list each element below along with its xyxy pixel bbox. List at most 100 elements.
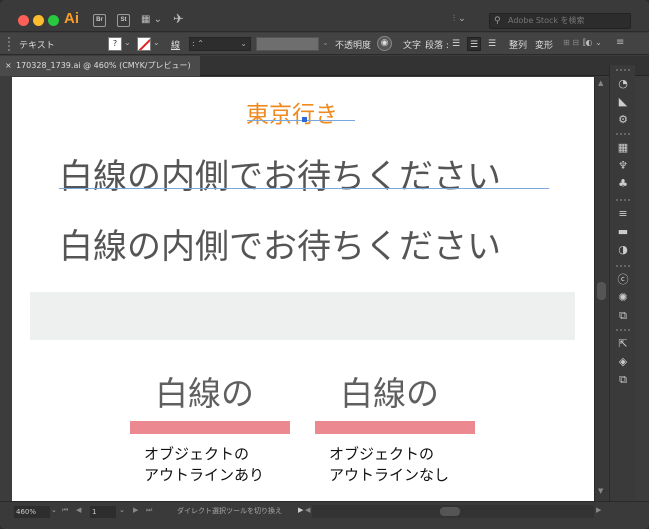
pink-bar-left[interactable]: [130, 421, 290, 434]
bridge-button[interactable]: Br: [93, 14, 106, 27]
paragraph-panel-link[interactable]: 段落 :: [425, 38, 449, 51]
rocket-icon[interactable]: ✈: [173, 12, 184, 27]
swatches-icon[interactable]: ▦: [615, 141, 631, 155]
scroll-thumb[interactable]: [440, 507, 460, 516]
appearance-icon[interactable]: ⚙: [615, 113, 631, 127]
status-text: ダイレクト選択ツールを切り換え: [177, 507, 282, 515]
symbols-icon[interactable]: ♣: [615, 177, 631, 191]
caption-left-line-2: アウトラインあり: [144, 466, 265, 484]
chevron-down-icon[interactable]: ⌄: [240, 38, 247, 50]
document-tab-title: 170328_1739.ai @ 460% (CMYK/プレビュー): [16, 61, 191, 70]
stroke-weight-value: : ⌃: [192, 39, 204, 48]
close-tab-icon[interactable]: ×: [5, 56, 12, 76]
illustrator-window: Ai Br St ▦ ⌄ ✈ ⫶ ⌄ ⚲ Adobe Stock を検索 テキス…: [0, 0, 649, 529]
links-icon[interactable]: ⇱: [615, 337, 631, 351]
dock-grip[interactable]: [616, 199, 630, 201]
first-artboard-icon[interactable]: ⏮: [62, 506, 68, 515]
status-bar: 460% ⌄ ⏮ ◀ 1 ⌄ ▶ ⏭ ダイレクト選択ツールを切り換え ▶ ◀ ▶: [0, 501, 649, 529]
title-text[interactable]: 東京行き: [246, 95, 338, 129]
align-right-icon[interactable]: ☰: [485, 37, 499, 51]
artboard-canvas[interactable]: 東京行き 白線の内側でお待ちください 白線の内側でお待ちください 白線の 白線の…: [12, 77, 594, 501]
asset-export-icon[interactable]: ✺: [615, 291, 631, 305]
opacity-panel-link[interactable]: 不透明度: [335, 38, 371, 51]
document-tab[interactable]: × 170328_1739.ai @ 460% (CMYK/プレビュー): [0, 56, 200, 76]
status-menu-icon[interactable]: ▶: [298, 506, 303, 514]
dock-grip[interactable]: [616, 265, 630, 267]
dock-grip[interactable]: [616, 69, 630, 71]
color-guide-icon[interactable]: ◔: [615, 77, 631, 91]
align-panel-link[interactable]: 整列: [509, 38, 527, 51]
grip-icon[interactable]: [8, 37, 10, 51]
next-artboard-icon[interactable]: ▶: [133, 506, 138, 514]
document-tab-bar: × 170328_1739.ai @ 460% (CMYK/プレビュー): [0, 56, 649, 76]
chevron-down-icon[interactable]: ⌄: [322, 38, 329, 47]
chevron-down-icon[interactable]: ⌄: [51, 506, 57, 514]
zoom-level-field[interactable]: 460%: [14, 506, 50, 518]
stock-search-placeholder: Adobe Stock を検索: [508, 16, 585, 25]
dock-grip[interactable]: [616, 329, 630, 331]
gray-band-rectangle[interactable]: [30, 292, 575, 340]
minimize-window-button[interactable]: [33, 15, 44, 26]
horizontal-scrollbar[interactable]: [312, 505, 594, 518]
caption-right[interactable]: オブジェクトの アウトラインなし: [329, 444, 449, 486]
fill-swatch[interactable]: ?: [108, 37, 122, 51]
app-title-bar: Ai Br St ▦ ⌄ ✈ ⫶ ⌄ ⚲ Adobe Stock を検索: [0, 0, 649, 32]
stroke-panel-link[interactable]: 線: [171, 38, 180, 51]
last-artboard-icon[interactable]: ⏭: [146, 506, 152, 515]
previous-artboard-icon[interactable]: ◀: [76, 506, 81, 514]
stroke-swatch[interactable]: [137, 37, 151, 51]
close-window-button[interactable]: [18, 15, 29, 26]
glyph-options-icon[interactable]: ⫿◐ ⌄: [583, 38, 602, 48]
cc-libraries-icon[interactable]: ⓒ: [615, 273, 631, 287]
transform-panel-link[interactable]: 変形: [535, 38, 553, 51]
chevron-down-icon[interactable]: ⌄: [124, 38, 131, 47]
transparency-icon[interactable]: ▬: [615, 225, 631, 239]
artboard-number-field[interactable]: 1: [90, 506, 116, 518]
pathfinder-icon[interactable]: ⧉: [615, 373, 631, 387]
sign-text-1[interactable]: 白線の内側でお待ちください: [59, 149, 501, 198]
sample-text-left[interactable]: 白線の: [155, 367, 254, 415]
scroll-left-icon[interactable]: ◀: [305, 506, 310, 514]
zoom-window-button[interactable]: [48, 15, 59, 26]
scroll-right-icon[interactable]: ▶: [596, 506, 601, 514]
none-slash-icon: [138, 38, 150, 50]
pink-bar-right[interactable]: [315, 421, 475, 434]
arrange-panel-icon[interactable]: ◈: [615, 355, 631, 369]
text-anchor-point[interactable]: [302, 117, 307, 122]
variable-width-profile[interactable]: [256, 37, 319, 51]
dock-grip[interactable]: [616, 133, 630, 135]
artboards-icon[interactable]: ⧉: [615, 309, 631, 323]
stock-search-input[interactable]: ⚲ Adobe Stock を検索: [489, 13, 631, 29]
align-left-icon[interactable]: ☰: [449, 37, 463, 51]
vertical-scrollbar[interactable]: ▲ ▼: [594, 77, 608, 501]
sign-text-2[interactable]: 白線の内側でお待ちください: [59, 219, 501, 268]
stroke-icon[interactable]: ≡: [615, 207, 631, 221]
stroke-weight-field[interactable]: : ⌃ ⌄: [189, 37, 251, 51]
character-panel-link[interactable]: 文字: [403, 38, 421, 51]
panel-dock: ◔ ◣ ⚙ ▦ ♆ ♣ ≡ ▬ ◑ ⓒ ✺ ⧉ ⇱ ◈ ⧉: [609, 65, 635, 501]
panel-menu-icon[interactable]: ≡: [616, 37, 624, 48]
caption-left[interactable]: オブジェクトの アウトラインあり: [144, 444, 264, 486]
arrange-documents-button[interactable]: ▦ ⌄: [141, 14, 162, 25]
scroll-up-icon[interactable]: ▲: [598, 79, 603, 87]
sample-text-right[interactable]: 白線の: [340, 367, 439, 415]
control-bar: テキスト ? ⌄ ⌄ 線 : ⌃ ⌄ ⌄ 不透明度 ◉ 文字 段落 : ☰ ☰ …: [0, 33, 649, 55]
selection-type-label: テキスト: [19, 41, 55, 51]
caption-left-line-1: オブジェクトの: [144, 445, 250, 463]
text-baseline: [59, 188, 549, 189]
recolor-artwork-icon[interactable]: ◉: [377, 36, 392, 51]
chevron-down-icon[interactable]: ⌄: [153, 38, 160, 47]
stock-button[interactable]: St: [117, 14, 130, 27]
caption-right-line-1: オブジェクトの: [329, 445, 435, 463]
isolate-icon[interactable]: ⊞ ⊟: [563, 38, 579, 47]
workspace-switcher[interactable]: ⫶ ⌄: [453, 14, 466, 24]
illustrator-logo: Ai: [64, 10, 79, 27]
text-baseline: [247, 120, 355, 121]
align-center-icon[interactable]: ☰: [467, 37, 481, 51]
gradient-icon[interactable]: ◣: [615, 95, 631, 109]
brushes-icon[interactable]: ♆: [615, 159, 631, 173]
scroll-thumb[interactable]: [597, 282, 606, 300]
layers-icon[interactable]: ◑: [615, 243, 631, 257]
scroll-down-icon[interactable]: ▼: [598, 487, 603, 495]
chevron-down-icon[interactable]: ⌄: [119, 506, 125, 514]
